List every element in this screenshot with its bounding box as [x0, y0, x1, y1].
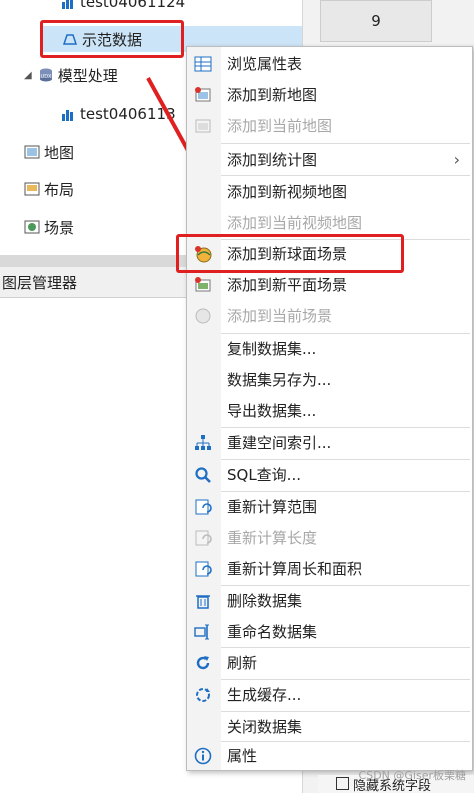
checkbox-icon[interactable] [336, 777, 349, 790]
menu-item-add-to-current-scene[interactable]: 添加到当前场景 [187, 300, 470, 331]
recalc-area-icon [194, 560, 212, 578]
menu-item-rebuild-spatial-index[interactable]: 重建空间索引... [187, 427, 470, 458]
menu-item-browse-attribute-table[interactable]: 浏览属性表 [187, 48, 470, 79]
menu-item-sql-query[interactable]: SQL查询... [187, 459, 470, 490]
context-menu: 浏览属性表 添加到新地图 添加到当前地图 添加到统计图 › 添加到新视频地图 添… [186, 46, 473, 771]
menu-item-refresh[interactable]: 刷新 [187, 647, 470, 678]
menu-item-delete-dataset[interactable]: 删除数据集 [187, 585, 470, 616]
info-icon [194, 747, 212, 765]
recalc-length-icon [194, 529, 212, 547]
menu-item-add-to-statistics-chart[interactable]: 添加到统计图 › [187, 144, 470, 175]
index-tree-icon [194, 434, 212, 452]
recalc-range-icon [194, 498, 212, 516]
menu-item-add-to-new-video-map[interactable]: 添加到新视频地图 [187, 176, 470, 207]
menu-item-copy-dataset[interactable]: 复制数据集... [187, 333, 470, 364]
menu-item-add-to-new-map[interactable]: 添加到新地图 [187, 79, 470, 110]
menu-item-close-dataset[interactable]: 关闭数据集 [187, 711, 470, 742]
menu-item-add-to-current-map[interactable]: 添加到当前地图 [187, 110, 470, 141]
submenu-arrow-icon: › [453, 150, 460, 169]
refresh-icon [194, 654, 212, 672]
current-scene-icon [194, 307, 212, 325]
watermark: CSDN @Giser板栗糖 [358, 769, 466, 782]
cache-icon [194, 686, 212, 704]
menu-item-recalculate-range[interactable]: 重新计算范围 [187, 491, 470, 522]
current-map-icon [194, 117, 212, 135]
search-icon [194, 466, 212, 484]
highlight-box-globe-scene [176, 234, 404, 273]
menu-item-recalculate-length[interactable]: 重新计算长度 [187, 522, 470, 553]
table-icon [194, 55, 212, 73]
menu-item-add-to-new-plane-scene[interactable]: 添加到新平面场景 [187, 269, 470, 300]
plane-scene-icon [194, 276, 212, 294]
menu-item-rename-dataset[interactable]: 重命名数据集 [187, 616, 470, 647]
new-map-icon [194, 86, 212, 104]
trash-icon [194, 592, 212, 610]
menu-item-export-dataset[interactable]: 导出数据集... [187, 395, 470, 426]
rename-icon [194, 623, 212, 641]
menu-item-save-dataset-as[interactable]: 数据集另存为... [187, 364, 470, 395]
menu-item-recalculate-perimeter-area[interactable]: 重新计算周长和面积 [187, 553, 470, 584]
menu-item-generate-cache[interactable]: 生成缓存... [187, 679, 470, 710]
